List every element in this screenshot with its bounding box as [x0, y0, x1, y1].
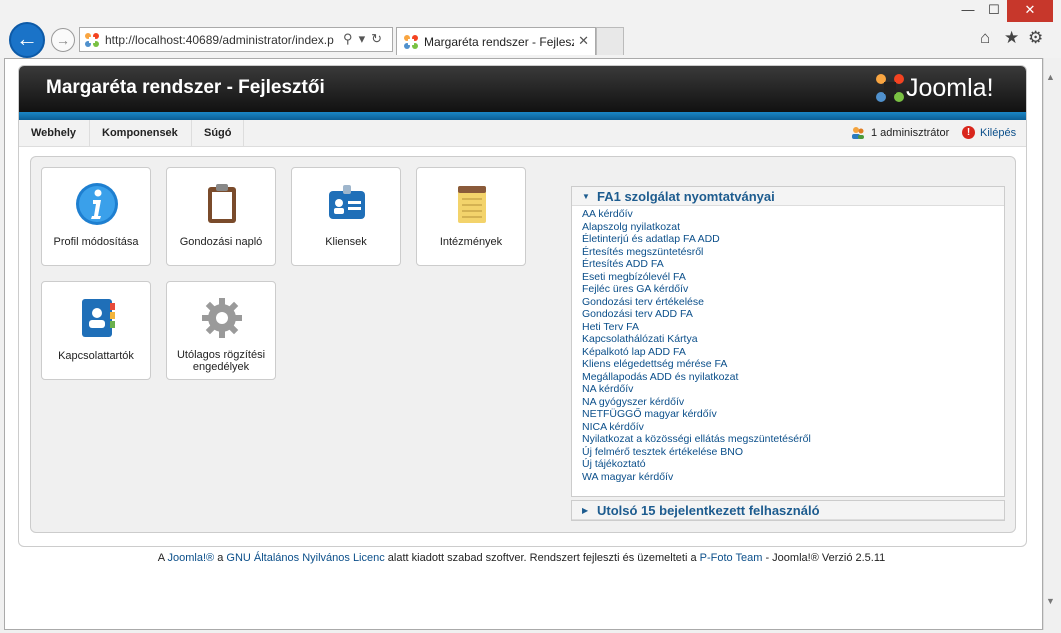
- address-url[interactable]: http://localhost:40689/administrator/ind…: [105, 33, 335, 47]
- form-link[interactable]: Eseti megbízólevél FA: [582, 271, 811, 284]
- footer-version: - Joomla!® Verzió 2.5.11: [762, 552, 886, 564]
- form-link[interactable]: NA kérdőív: [582, 383, 811, 396]
- forms-panel-title: FA1 szolgálat nyomtatványai: [597, 189, 775, 204]
- joomla-favicon-icon: [404, 35, 418, 49]
- form-link[interactable]: Képalkotó lap ADD FA: [582, 346, 811, 359]
- forms-list: AA kérdőív Alapszolg nyilatkozat Életint…: [582, 208, 811, 483]
- quickicon-profile[interactable]: Profil módosítása: [41, 167, 151, 266]
- recent-users-panel: ▶ Utolsó 15 bejelentkezett felhasználó: [571, 500, 1005, 521]
- scroll-up-icon[interactable]: ▲: [1046, 72, 1055, 82]
- arrow-left-icon: ←: [16, 26, 38, 51]
- menu-sugo[interactable]: Súgó: [192, 120, 244, 147]
- form-link[interactable]: Fejléc üres GA kérdőív: [582, 283, 811, 296]
- form-link[interactable]: Heti Terv FA: [582, 321, 811, 334]
- form-link[interactable]: NICA kérdőív: [582, 421, 811, 434]
- quickicon-late-entry[interactable]: Utólagos rögzítési engedélyek: [166, 281, 276, 380]
- quickicon-clients[interactable]: Kliensek: [291, 167, 401, 266]
- logout-link[interactable]: Kilépés: [980, 120, 1016, 146]
- vertical-scrollbar[interactable]: ▲ ▼: [1043, 58, 1057, 630]
- form-link[interactable]: Alapszolg nyilatkozat: [582, 221, 811, 234]
- form-link[interactable]: Megállapodás ADD és nyilatkozat: [582, 371, 811, 384]
- menu-webhely[interactable]: Webhely: [19, 120, 90, 147]
- form-link[interactable]: NA gyógyszer kérdőív: [582, 396, 811, 409]
- tab-active[interactable]: Margaréta rendszer - Fejlesz... ✕: [396, 27, 596, 55]
- address-bar[interactable]: http://localhost:40689/administrator/ind…: [79, 27, 393, 52]
- recent-users-panel-title: Utolsó 15 bejelentkezett felhasználó: [597, 503, 820, 518]
- footer-text: alatt kiadott szabad szoftver. Rendszert…: [384, 552, 700, 564]
- clipboard-icon: [208, 184, 236, 223]
- form-link[interactable]: Gondozási terv értékelése: [582, 296, 811, 309]
- chevron-down-icon[interactable]: ▾: [359, 31, 372, 46]
- joomla-logo: Joomla!: [874, 72, 1024, 106]
- close-button[interactable]: ✕: [1007, 0, 1053, 22]
- forms-panel: ▼ FA1 szolgálat nyomtatványai AA kérdőív…: [571, 186, 1005, 497]
- tab-title: Margaréta rendszer - Fejlesz...: [424, 35, 574, 49]
- form-link[interactable]: NETFÜGGŐ magyar kérdőív: [582, 408, 811, 421]
- joomla-logo-icon: [876, 74, 904, 102]
- form-link[interactable]: Értesítés megszüntetésről: [582, 246, 811, 259]
- info-icon: [76, 183, 118, 225]
- back-button[interactable]: ←: [9, 22, 45, 58]
- minimize-button[interactable]: —: [955, 0, 981, 22]
- address-book-icon: [82, 299, 115, 337]
- form-link[interactable]: Új felmérő tesztek értékelése BNO: [582, 446, 811, 459]
- tab-close-icon[interactable]: ✕: [578, 33, 589, 49]
- pfoto-team-link[interactable]: P-Foto Team: [700, 552, 763, 564]
- quickicon-institutions[interactable]: Intézmények: [416, 167, 526, 266]
- logged-in-users: 1 adminisztrátor: [871, 127, 950, 139]
- logo-text: Joomla!: [906, 74, 994, 102]
- form-link[interactable]: Kliens elégedettség mérése FA: [582, 358, 811, 371]
- triangle-right-icon: ▶: [582, 506, 589, 515]
- control-panel: Profil módosítása Gondozási napló Kliens…: [30, 156, 1016, 533]
- browser-chrome: — ☐ ✕ ← → http://localhost:40689/adminis…: [0, 0, 1061, 58]
- form-link[interactable]: AA kérdőív: [582, 208, 811, 221]
- settings-gear-icon[interactable]: ⚙: [1028, 28, 1043, 48]
- gear-icon: [202, 298, 242, 338]
- maximize-button[interactable]: ☐: [981, 0, 1007, 22]
- form-link[interactable]: Kapcsolathálózati Kártya: [582, 333, 811, 346]
- triangle-down-icon: ▼: [582, 192, 590, 201]
- refresh-icon[interactable]: ↻: [371, 31, 388, 46]
- quickicon-label: Profil módosítása: [53, 236, 139, 248]
- admin-menubar: Webhely Komponensek Súgó 1 adminisztráto…: [19, 120, 1026, 147]
- notepad-icon: [458, 186, 486, 223]
- quickicon-label: Gondozási napló: [179, 236, 263, 248]
- home-icon[interactable]: ⌂: [980, 28, 990, 48]
- quickicon-label: Kapcsolattartók: [58, 350, 134, 362]
- quickicon-contacts[interactable]: Kapcsolattartók: [41, 281, 151, 380]
- form-link[interactable]: Életinterjú és adatlap FA ADD: [582, 233, 811, 246]
- address-actions[interactable]: ⚲▾↻: [343, 31, 388, 47]
- arrow-right-icon: →: [56, 32, 70, 48]
- form-link[interactable]: Nyilatkozat a közösségi ellátás megszünt…: [582, 433, 811, 446]
- scroll-down-icon[interactable]: ▼: [1046, 596, 1055, 606]
- page-footer: A Joomla!® a GNU Általános Nyilvános Lic…: [0, 552, 1043, 564]
- new-tab-button[interactable]: [596, 27, 624, 55]
- form-link[interactable]: Új tájékoztató: [582, 458, 811, 471]
- quickicon-care-log[interactable]: Gondozási napló: [166, 167, 276, 266]
- gnu-license-link[interactable]: GNU Általános Nyilvános Licenc: [226, 552, 384, 564]
- site-title: Margaréta rendszer - Fejlesztői: [46, 77, 325, 98]
- menu-komponensek[interactable]: Komponensek: [90, 120, 192, 147]
- admin-container: Margaréta rendszer - Fejlesztői Joomla! …: [18, 65, 1027, 547]
- form-link[interactable]: WA magyar kérdőív: [582, 471, 811, 484]
- quickicon-label: Intézmények: [439, 236, 503, 248]
- header-accent-bar: [19, 112, 1026, 120]
- logout-icon[interactable]: !: [962, 126, 975, 139]
- footer-text: A: [157, 552, 168, 564]
- admin-header: Margaréta rendszer - Fejlesztői Joomla!: [19, 66, 1026, 112]
- form-link[interactable]: Értesítés ADD FA: [582, 258, 811, 271]
- favorites-star-icon[interactable]: ★: [1004, 28, 1019, 48]
- joomla-link[interactable]: Joomla!®: [168, 552, 215, 564]
- form-link[interactable]: Gondozási terv ADD FA: [582, 308, 811, 321]
- quickicon-label: Utólagos rögzítési engedélyek: [176, 349, 266, 373]
- forms-panel-header[interactable]: ▼ FA1 szolgálat nyomtatványai: [572, 187, 1004, 206]
- forward-button[interactable]: →: [51, 28, 75, 52]
- users-icon: [852, 127, 864, 139]
- id-card-icon: [329, 185, 365, 219]
- recent-users-panel-header[interactable]: ▶ Utolsó 15 bejelentkezett felhasználó: [572, 501, 1004, 520]
- joomla-favicon-icon: [85, 33, 99, 47]
- search-icon[interactable]: ⚲: [343, 31, 359, 46]
- footer-text: a: [214, 552, 227, 564]
- quickicon-label: Kliensek: [325, 236, 367, 248]
